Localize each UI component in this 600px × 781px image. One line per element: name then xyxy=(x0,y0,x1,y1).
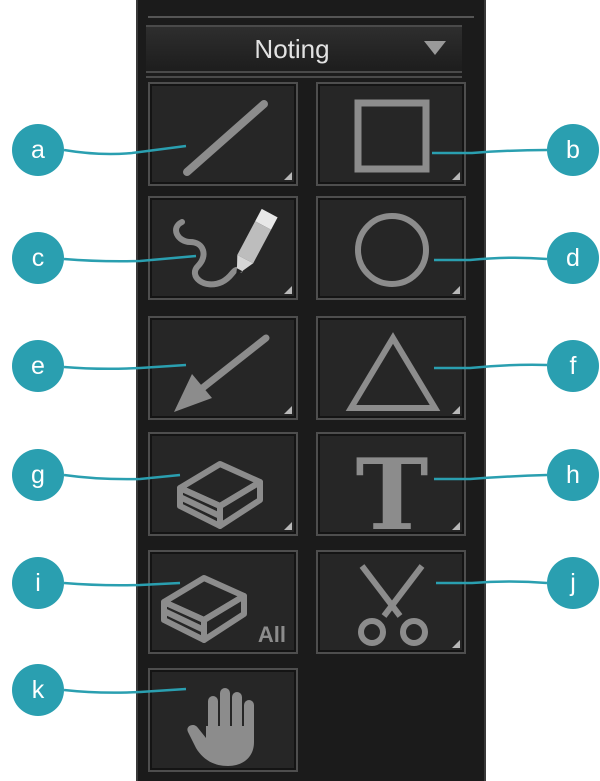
submenu-corner-icon xyxy=(452,640,460,648)
rectangle-icon xyxy=(354,99,430,173)
erase-all-tool-button[interactable]: All xyxy=(148,550,298,654)
submenu-corner-icon xyxy=(452,172,460,180)
submenu-corner-icon xyxy=(284,406,292,414)
eraser-tool-button[interactable] xyxy=(148,432,298,536)
scissors-icon xyxy=(358,564,428,646)
callout-k: k xyxy=(12,664,64,716)
submenu-corner-icon xyxy=(452,286,460,294)
eraser-icon xyxy=(177,461,263,529)
freehand-pencil-icon xyxy=(173,208,278,288)
submenu-corner-icon xyxy=(284,172,292,180)
triangle-icon xyxy=(345,332,441,411)
submenu-corner-icon xyxy=(452,406,460,414)
freehand-tool-button[interactable] xyxy=(148,196,298,300)
triangle-tool-button[interactable] xyxy=(316,316,466,420)
callout-i: i xyxy=(12,557,64,609)
rectangle-tool-button[interactable] xyxy=(316,82,466,186)
chevron-down-icon[interactable] xyxy=(424,41,446,55)
panel-title: Noting xyxy=(254,33,330,64)
scissors-tool-button[interactable] xyxy=(316,550,466,654)
hand-icon xyxy=(187,688,254,766)
arrow-tool-button[interactable] xyxy=(148,316,298,420)
submenu-corner-icon xyxy=(284,522,292,530)
panel-top-divider xyxy=(148,16,474,18)
circle-icon xyxy=(355,213,429,287)
callout-f: f xyxy=(547,340,599,392)
text-tool-button[interactable]: T xyxy=(316,432,466,538)
hand-tool-button[interactable] xyxy=(148,668,298,772)
callout-j: j xyxy=(547,557,599,609)
callout-a: a xyxy=(12,124,64,176)
callout-c: c xyxy=(12,232,64,284)
callout-h: h xyxy=(547,449,599,501)
arrow-icon xyxy=(174,334,270,412)
svg-text:T: T xyxy=(356,438,429,538)
callout-b: b xyxy=(547,124,599,176)
noting-dropdown[interactable]: Noting xyxy=(146,25,462,73)
callout-g: g xyxy=(12,449,64,501)
submenu-corner-icon xyxy=(284,286,292,294)
erase-all-label: All xyxy=(257,622,286,647)
text-icon: T xyxy=(356,438,429,538)
callout-e: e xyxy=(12,340,64,392)
circle-tool-button[interactable] xyxy=(316,196,466,300)
line-tool-button[interactable] xyxy=(148,82,298,186)
line-icon xyxy=(183,100,268,176)
callout-d: d xyxy=(547,232,599,284)
submenu-corner-icon xyxy=(452,522,460,530)
header-divider xyxy=(146,76,462,78)
